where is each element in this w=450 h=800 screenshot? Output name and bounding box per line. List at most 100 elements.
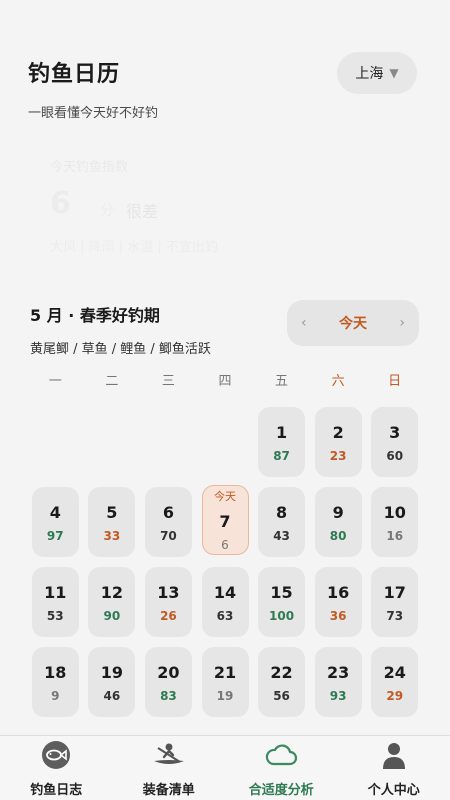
calendar-day[interactable]: 23 93 xyxy=(314,647,362,717)
day-number: 6 xyxy=(162,503,174,522)
day-score: 100 xyxy=(269,609,295,623)
day-score: 87 xyxy=(273,449,290,463)
day-score: 19 xyxy=(216,689,234,703)
tab-fish[interactable]: 钓鱼日志 xyxy=(0,736,113,800)
kayak-icon xyxy=(152,740,186,770)
day-score: 83 xyxy=(160,689,177,703)
calendar-day[interactable]: 9 80 xyxy=(314,487,362,557)
weekday-label: 日 xyxy=(388,374,402,389)
calendar-day[interactable]: 10 16 xyxy=(371,487,419,557)
day-score: 36 xyxy=(329,609,347,623)
day-score: 56 xyxy=(273,689,290,703)
today-index-detail: 大风 | 降雨 | 水温 | 不宜出钓 xyxy=(50,240,218,255)
day-score: 26 xyxy=(160,609,177,623)
calendar-day[interactable]: 4 97 xyxy=(31,487,79,557)
weekday-label: 六 xyxy=(331,374,345,389)
day-score: 93 xyxy=(329,689,347,703)
today-index-score: 6 xyxy=(50,186,71,221)
today-button[interactable]: 今天 xyxy=(339,313,367,333)
weekday-label: 五 xyxy=(275,374,289,389)
calendar-day[interactable]: 21 19 xyxy=(201,647,249,717)
cloud-icon xyxy=(264,740,298,770)
day-number: 8 xyxy=(275,503,288,522)
tab-label: 合适度分析 xyxy=(248,783,314,798)
day-number: 24 xyxy=(383,663,406,682)
day-score: 9 xyxy=(51,689,60,703)
day-number: 5 xyxy=(106,503,118,522)
today-index-card: 今天钓鱼指数 6 分 很差 大风 | 降雨 | 水温 | 不宜出钓 xyxy=(28,150,422,260)
day-number: 18 xyxy=(44,663,67,682)
month-header: 5 月 · 春季好钓期 黄尾鲫 / 草鱼 / 鲤鱼 / 鲫鱼活跃 xyxy=(30,302,211,357)
day-number: 13 xyxy=(157,583,180,602)
page-subtitle: 一眼看懂今天好不好钓 xyxy=(28,106,159,121)
prev-month-button[interactable]: ‹ xyxy=(301,315,307,331)
grid-fade xyxy=(27,721,423,735)
calendar-day[interactable]: 17 73 xyxy=(371,567,419,637)
day-number: 1 xyxy=(275,423,288,442)
calendar-day[interactable]: 24 29 xyxy=(371,647,419,717)
day-score: 53 xyxy=(46,609,64,623)
calendar-day[interactable]: 19 46 xyxy=(88,647,136,717)
tab-kayak[interactable]: 装备清单 xyxy=(113,736,226,800)
calendar-grid: 1 87 2 23 3 60 4 97 5 33 6 70 今天 7 6 8 43 9 80 10 16 11 53 12 90… xyxy=(27,405,423,735)
day-number: 14 xyxy=(213,583,237,602)
calendar-day[interactable]: 3 60 xyxy=(371,407,419,477)
month-title: 5 月 · 春季好钓期 xyxy=(30,306,160,325)
day-score: 46 xyxy=(103,689,121,703)
next-month-button[interactable]: › xyxy=(399,315,405,331)
month-navigator: ‹ 今天 › xyxy=(287,300,419,346)
day-number: 22 xyxy=(270,663,293,682)
page-title: 钓鱼日历 xyxy=(28,62,121,87)
day-number: 3 xyxy=(389,423,401,442)
day-number: 2 xyxy=(332,423,344,442)
weekday-header: 一二三四五六日 xyxy=(27,370,423,389)
day-number: 23 xyxy=(327,663,350,682)
page-header: 钓鱼日历 一眼看懂今天好不好钓 xyxy=(28,56,158,121)
day-number: 20 xyxy=(157,663,180,682)
today-index-level: 很差 xyxy=(126,202,159,221)
calendar-day-today[interactable]: 今天 7 6 xyxy=(201,485,249,555)
day-score: 29 xyxy=(386,689,404,703)
day-number: 10 xyxy=(383,503,406,522)
calendar-day[interactable]: 8 43 xyxy=(258,487,306,557)
day-number: 9 xyxy=(332,503,344,522)
weekday-label: 一 xyxy=(48,374,62,389)
fish-icon xyxy=(39,740,73,770)
day-score: 33 xyxy=(103,529,121,543)
day-number: 15 xyxy=(270,583,293,602)
day-score: 80 xyxy=(329,529,347,543)
day-number: 4 xyxy=(49,503,61,522)
day-number: 16 xyxy=(327,583,350,602)
day-number: 17 xyxy=(383,583,406,602)
calendar-day[interactable]: 14 63 xyxy=(201,567,249,637)
calendar-day[interactable]: 18 9 xyxy=(31,647,79,717)
calendar-day[interactable]: 20 83 xyxy=(144,647,192,717)
day-number: 11 xyxy=(44,583,67,602)
calendar-day[interactable]: 13 26 xyxy=(144,567,192,637)
calendar-day[interactable]: 12 90 xyxy=(88,567,136,637)
calendar-day[interactable]: 15 100 xyxy=(258,567,306,637)
day-number: 7 xyxy=(219,512,231,531)
city-label: 上海 xyxy=(355,66,384,82)
day-score: 16 xyxy=(386,529,404,543)
city-selector[interactable]: 上海 ▼ xyxy=(337,52,417,94)
tab-label: 装备清单 xyxy=(142,783,195,798)
day-score: 43 xyxy=(273,529,290,543)
calendar-day[interactable]: 16 36 xyxy=(314,567,362,637)
day-score: 23 xyxy=(329,449,347,463)
tab-person[interactable]: 个人中心 xyxy=(338,736,450,800)
calendar-day[interactable]: 2 23 xyxy=(314,407,362,477)
calendar-day[interactable]: 22 56 xyxy=(258,647,306,717)
tab-label: 个人中心 xyxy=(367,783,420,798)
day-number: 19 xyxy=(100,663,123,682)
caret-down-icon: ▼ xyxy=(389,66,399,80)
calendar-day[interactable]: 6 70 xyxy=(144,487,192,557)
day-number: 21 xyxy=(213,663,237,682)
bottom-tab-bar: 钓鱼日志 装备清单 合适度分析 个人中心 xyxy=(0,735,450,800)
day-score: 73 xyxy=(386,609,404,623)
month-species: 黄尾鲫 / 草鱼 / 鲤鱼 / 鲫鱼活跃 xyxy=(30,342,211,357)
calendar-day[interactable]: 11 53 xyxy=(31,567,79,637)
tab-cloud[interactable]: 合适度分析 xyxy=(225,736,338,800)
calendar-day[interactable]: 5 33 xyxy=(88,487,136,557)
calendar-day[interactable]: 1 87 xyxy=(258,407,306,477)
